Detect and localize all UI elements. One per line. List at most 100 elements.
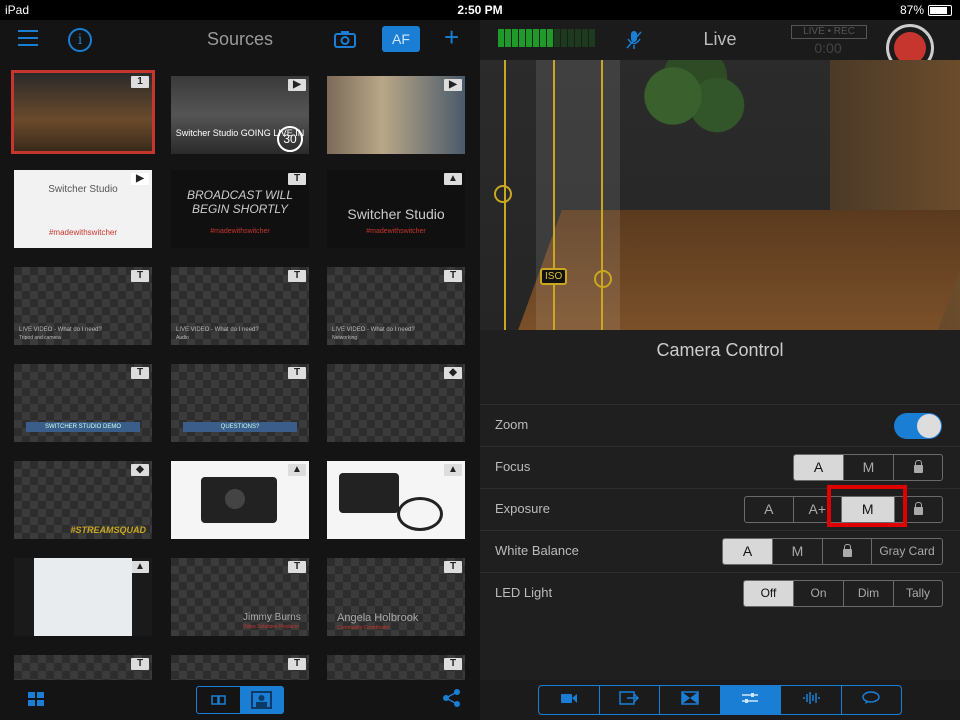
focus-segmented: A M — [793, 454, 943, 481]
source-tile-17[interactable]: T Jimmy Burns Video Solutions Producer — [171, 558, 309, 636]
white-balance-auto-option[interactable]: A — [723, 539, 773, 564]
source-tile-13[interactable]: ◆ #STREAMSQUAD — [14, 461, 152, 539]
shutter-timer-icon[interactable] — [594, 270, 612, 288]
led-light-segmented: Off On Dim Tally — [743, 580, 943, 607]
source-badge: T — [288, 270, 306, 282]
share-icon[interactable] — [442, 688, 462, 713]
white-balance-lock-option[interactable] — [823, 539, 872, 564]
source-tile-3[interactable]: ▶ — [327, 76, 465, 154]
iso-badge[interactable]: ISO — [540, 268, 568, 285]
source-badge: T — [288, 367, 306, 379]
source-badge: T — [131, 658, 149, 670]
source-badge: ▲ — [444, 464, 462, 476]
tab-transitions[interactable] — [660, 686, 721, 714]
source-tile-8[interactable]: T LIVE VIDEO - What do I need? Audio — [171, 267, 309, 345]
focus-manual-option[interactable]: M — [844, 455, 894, 480]
source-tile-10[interactable]: T SWITCHER STUDIO DEMO — [14, 364, 152, 442]
source-text: Angela Holbrook — [337, 612, 419, 624]
source-subtext: Tripod and camera — [19, 335, 61, 341]
white-balance-manual-option[interactable]: M — [773, 539, 823, 564]
tab-audio[interactable] — [781, 686, 842, 714]
sources-footer — [0, 680, 480, 720]
source-badge: ▲ — [131, 561, 149, 573]
source-tile-20[interactable]: T — [171, 655, 309, 680]
source-tile-12[interactable]: ◆ — [327, 364, 465, 442]
battery-indicator: 87% — [900, 3, 952, 17]
layout-split-icon[interactable] — [197, 687, 240, 713]
source-badge: T — [288, 173, 306, 185]
source-tile-15[interactable]: ▲ — [327, 461, 465, 539]
autofocus-button[interactable]: AF — [382, 26, 420, 52]
source-tile-19[interactable]: T — [14, 655, 152, 680]
sources-header: i Sources AF + — [0, 20, 480, 60]
source-badge: T — [131, 367, 149, 379]
exposure-auto-option[interactable]: A — [745, 497, 794, 522]
source-tile-4[interactable]: ▶ Switcher Studio #madewithswitcher — [14, 170, 152, 248]
diagram-image — [34, 558, 132, 636]
tab-camera-settings[interactable] — [720, 686, 781, 714]
source-tile-16[interactable]: ▲ — [14, 558, 152, 636]
led-dim-option[interactable]: Dim — [844, 581, 894, 606]
source-tile-14[interactable]: ▲ — [171, 461, 309, 539]
zoom-toggle[interactable] — [894, 413, 942, 439]
source-text: LIVE VIDEO - What do I need? — [176, 327, 259, 333]
iso-slider-track[interactable] — [553, 60, 555, 330]
source-tile-1[interactable]: 1 — [11, 70, 155, 154]
source-text: SWITCHER STUDIO DEMO — [26, 422, 140, 432]
source-badge: T — [444, 561, 462, 573]
live-preview[interactable]: ISO — [480, 60, 960, 330]
camera-switch-icon[interactable] — [334, 30, 356, 53]
live-header: Live LIVE • REC 0:00 — [480, 20, 960, 72]
device-image — [339, 473, 399, 513]
tab-output[interactable] — [600, 686, 660, 714]
layout-person-icon[interactable] — [240, 687, 283, 713]
source-text: #STREAMSQUAD — [70, 525, 146, 535]
live-rec-indicator: LIVE • REC — [791, 25, 867, 39]
led-on-option[interactable]: On — [794, 581, 844, 606]
led-tally-option[interactable]: Tally — [894, 581, 942, 606]
source-text: BROADCAST WILL BEGIN SHORTLY — [186, 188, 294, 216]
source-tile-11[interactable]: T QUESTIONS? — [171, 364, 309, 442]
tab-chat[interactable] — [842, 686, 902, 714]
shutter-slider-track[interactable] — [601, 60, 603, 330]
tab-video-camera[interactable] — [539, 686, 600, 714]
microphone-icon[interactable] — [626, 30, 642, 55]
focus-lock-option[interactable] — [894, 455, 942, 480]
source-badge: T — [288, 561, 306, 573]
lock-icon — [913, 502, 923, 515]
source-subtext: Video Solutions Producer — [243, 624, 300, 630]
zoom-row: Zoom — [480, 404, 960, 446]
source-badge: 1 — [131, 76, 149, 88]
source-tile-9[interactable]: T LIVE VIDEO - What do I need? Networkin… — [327, 267, 465, 345]
source-tile-6[interactable]: ▲ Switcher Studio #madewithswitcher — [327, 170, 465, 248]
focus-auto-option[interactable]: A — [794, 455, 844, 480]
camera-control-title: Camera Control — [656, 340, 784, 360]
source-text: QUESTIONS? — [183, 422, 297, 432]
source-text: LIVE VIDEO - What do I need? — [332, 327, 415, 333]
source-tile-5[interactable]: T BROADCAST WILL BEGIN SHORTLY #madewith… — [171, 170, 309, 248]
source-text: Jimmy Burns — [243, 612, 301, 623]
source-tile-18[interactable]: T Angela Holbrook Community Coordinator — [327, 558, 465, 636]
source-tile-21[interactable]: T — [327, 655, 465, 680]
add-source-icon[interactable]: + — [444, 22, 459, 53]
sources-panel: i Sources AF + 1 ▶ Switcher Studio GOING… — [0, 20, 480, 720]
source-subtext: #madewithswitcher — [366, 228, 426, 235]
source-tile-7[interactable]: T LIVE VIDEO - What do I need? Tripod an… — [14, 267, 152, 345]
exposure-label: Exposure — [495, 501, 550, 516]
gray-card-option[interactable]: Gray Card — [872, 539, 942, 564]
exposure-overlay-band — [536, 60, 620, 330]
white-balance-segmented: A M Gray Card — [722, 538, 943, 565]
device-knob — [225, 489, 245, 509]
grid-view-icon[interactable] — [28, 692, 46, 708]
live-tabbar — [538, 685, 902, 715]
zoom-magnifier-icon[interactable] — [494, 185, 512, 203]
focus-label: Focus — [495, 459, 531, 474]
source-badge: T — [444, 270, 462, 282]
source-badge: T — [288, 658, 306, 670]
lock-icon — [913, 460, 923, 473]
focus-row: Focus A M — [480, 446, 960, 488]
white-balance-label: White Balance — [495, 543, 579, 558]
led-off-option[interactable]: Off — [744, 581, 794, 606]
source-subtext: #madewithswitcher — [210, 228, 270, 235]
source-tile-2[interactable]: ▶ Switcher Studio GOING LIVE IN 30 — [171, 76, 309, 154]
